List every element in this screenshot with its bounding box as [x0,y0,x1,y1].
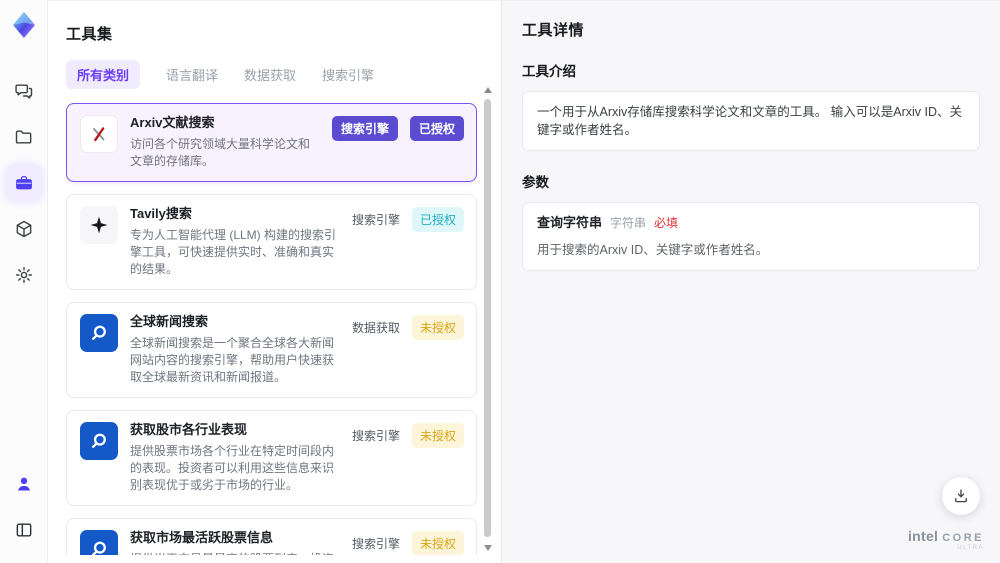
intro-text: 一个用于从Arxiv存储库搜索科学论文和文章的工具。 输入可以是Arxiv ID… [537,105,963,137]
auth-status-badge: 未授权 [411,531,464,555]
scrollbar-thumb[interactable] [484,99,491,537]
category-badge: 搜索引擎 [331,116,398,141]
tool-detail-panel: 工具详情 工具介绍 一个用于从Arxiv存储库搜索科学论文和文章的工具。 输入可… [502,0,1000,563]
tool-description: 提供当天交易量最高的股票列表。投资者可以利用这些信息来识别流动性强的股票和潜在的… [130,551,340,555]
detail-title: 工具详情 [522,22,585,39]
tool-card[interactable]: Arxiv文献搜索 访问各个研究领域大量科学论文和文章的存储库。 搜索引擎 已授权 [66,103,477,182]
download-button[interactable] [942,477,980,515]
tab-2[interactable]: 数据获取 [244,60,296,89]
tool-card-list: Arxiv文献搜索 访问各个研究领域大量科学论文和文章的存储库。 搜索引擎 已授权… [66,103,477,555]
tool-card[interactable]: 全球新闻搜索 全球新闻搜索是一个聚合全球各大新闻网站内容的搜索引擎，帮助用户快速… [66,302,477,398]
param-required-badge: 必填 [654,216,679,230]
tool-description: 全球新闻搜索是一个聚合全球各大新闻网站内容的搜索引擎，帮助用户快速获取全球最新资… [130,336,335,384]
collapse-panel-icon[interactable] [6,512,42,548]
left-rail [0,0,48,563]
category-tabs: 所有类别 语言翻译 数据获取 搜索引擎 [66,60,477,89]
intel-core-logo: intel CORE ULTRA [908,528,984,551]
blue-search-icon [80,530,118,555]
params-heading: 参数 [522,175,549,190]
tool-name: 获取市场最活跃股票信息 [130,530,274,545]
param-name: 查询字符串 [537,215,603,230]
category-badge: 搜索引擎 [351,537,400,551]
category-badge: 搜索引擎 [351,213,400,227]
nav-folder-icon[interactable] [6,119,42,155]
page-title: 工具集 [66,26,113,43]
blue-search-icon [80,314,118,352]
tool-card[interactable]: 获取股市各行业表现 提供股票市场各个行业在特定时间段内的表现。投资者可以利用这些… [66,410,477,506]
param-type: 字符串 [610,216,647,230]
tool-name: Arxiv文献搜索 [130,115,215,130]
tool-name: Tavily搜索 [130,206,192,221]
tool-name: 获取股市各行业表现 [130,422,248,437]
nav-package-icon[interactable] [6,211,42,247]
category-badge: 数据获取 [351,321,400,335]
arxiv-logo-icon [80,115,118,153]
tool-card[interactable]: Tavily搜索 专为人工智能代理 (LLM) 构建的搜索引擎工具，可快速提供实… [66,194,477,290]
tab-3[interactable]: 搜索引擎 [322,60,374,89]
sparkle-star-icon [80,206,118,244]
brand-core: CORE [942,532,984,544]
download-icon [955,489,967,503]
app-window: 工具集 所有类别 语言翻译 数据获取 搜索引擎 Arxiv文献搜索 访问各个研究领域大… [0,0,1000,563]
nav-settings-gear-icon[interactable] [6,257,42,293]
nav-chat-icon[interactable] [6,73,42,109]
scroll-down-arrow-icon[interactable] [484,545,492,551]
brand-intel: intel [907,528,939,544]
tab-1[interactable]: 语言翻译 [166,60,218,89]
tool-name: 全球新闻搜索 [130,314,209,329]
tool-card[interactable]: 获取市场最活跃股票信息 提供当天交易量最高的股票列表。投资者可以利用这些信息来识… [66,518,477,555]
tab-0[interactable]: 所有类别 [66,60,141,89]
intro-box: 一个用于从Arxiv存储库搜索科学论文和文章的工具。 输入可以是Arxiv ID… [522,91,980,151]
tool-description: 访问各个研究领域大量科学论文和文章的存储库。 [130,137,311,168]
auth-status-badge: 未授权 [411,315,464,340]
tool-list-panel: 工具集 所有类别 语言翻译 数据获取 搜索引擎 Arxiv文献搜索 访问各个研究领域大… [48,0,502,563]
list-scrollbar[interactable] [483,87,492,551]
blue-search-icon [80,422,118,460]
tool-description: 提供股票市场各个行业在特定时间段内的表现。投资者可以利用这些信息来识别表现优于或… [130,444,335,492]
auth-status-badge: 未授权 [411,423,464,448]
param-box: 查询字符串 字符串 必填 用于搜索的Arxiv ID、关键字或作者姓名。 [522,202,980,271]
category-badge: 搜索引擎 [351,429,400,443]
intro-heading: 工具介绍 [522,64,576,79]
tool-description: 专为人工智能代理 (LLM) 构建的搜索引擎工具，可快速提供实时、准确和真实的结… [130,228,337,276]
auth-status-badge: 已授权 [411,207,464,232]
nav-toolbox-icon[interactable] [5,165,42,201]
auth-status-badge: 已授权 [409,116,464,141]
param-desc: 用于搜索的Arxiv ID、关键字或作者姓名。 [537,243,769,257]
brand-ultra: ULTRA [957,545,984,551]
user-avatar-icon[interactable] [6,466,42,502]
app-logo-gem-icon[interactable] [7,8,41,42]
scroll-up-arrow-icon[interactable] [484,87,492,93]
